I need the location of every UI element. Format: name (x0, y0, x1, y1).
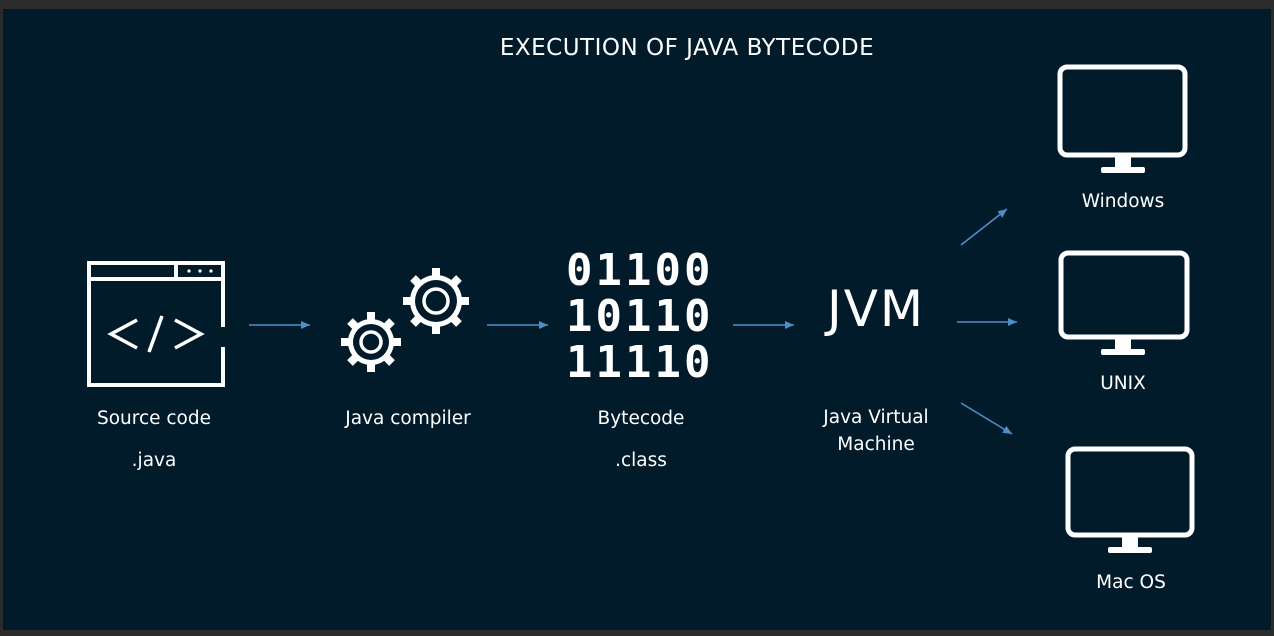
source-code-label: Source code (96, 408, 212, 429)
arrow-jvm-to-macos (960, 402, 1013, 435)
diagram-canvas: EXECUTION OF JAVA BYTECODE Source code .… (3, 9, 1271, 630)
arrow-jvm-to-windows (960, 208, 1008, 246)
jvm-text: JVM (826, 280, 926, 338)
bytecode-row: 11110 (566, 337, 714, 388)
java-compiler-label: Java compiler (345, 408, 471, 429)
bytecode-extension-label: .class (615, 450, 667, 471)
small-gear-icon (341, 312, 401, 372)
jvm-label-line1: Java Virtual (823, 407, 929, 428)
large-gear-icon (403, 268, 469, 334)
jvm-label-line2: Machine (837, 434, 915, 455)
bytecode-row: 01100 (566, 245, 714, 296)
gears-icon (341, 268, 469, 372)
monitor-icon-macos (1065, 446, 1195, 553)
windows-label: Windows (1081, 191, 1165, 212)
bytecode-binary: 01100 10110 11110 (566, 248, 713, 386)
source-extension-label: .java (131, 450, 177, 471)
unix-label: UNIX (1100, 373, 1146, 394)
bytecode-row: 10110 (566, 291, 714, 342)
code-window-icon (87, 261, 225, 387)
monitor-icon-unix (1058, 250, 1190, 355)
monitor-icon-windows (1057, 64, 1188, 173)
macos-label: Mac OS (1096, 572, 1166, 593)
bytecode-label: Bytecode (597, 408, 685, 429)
